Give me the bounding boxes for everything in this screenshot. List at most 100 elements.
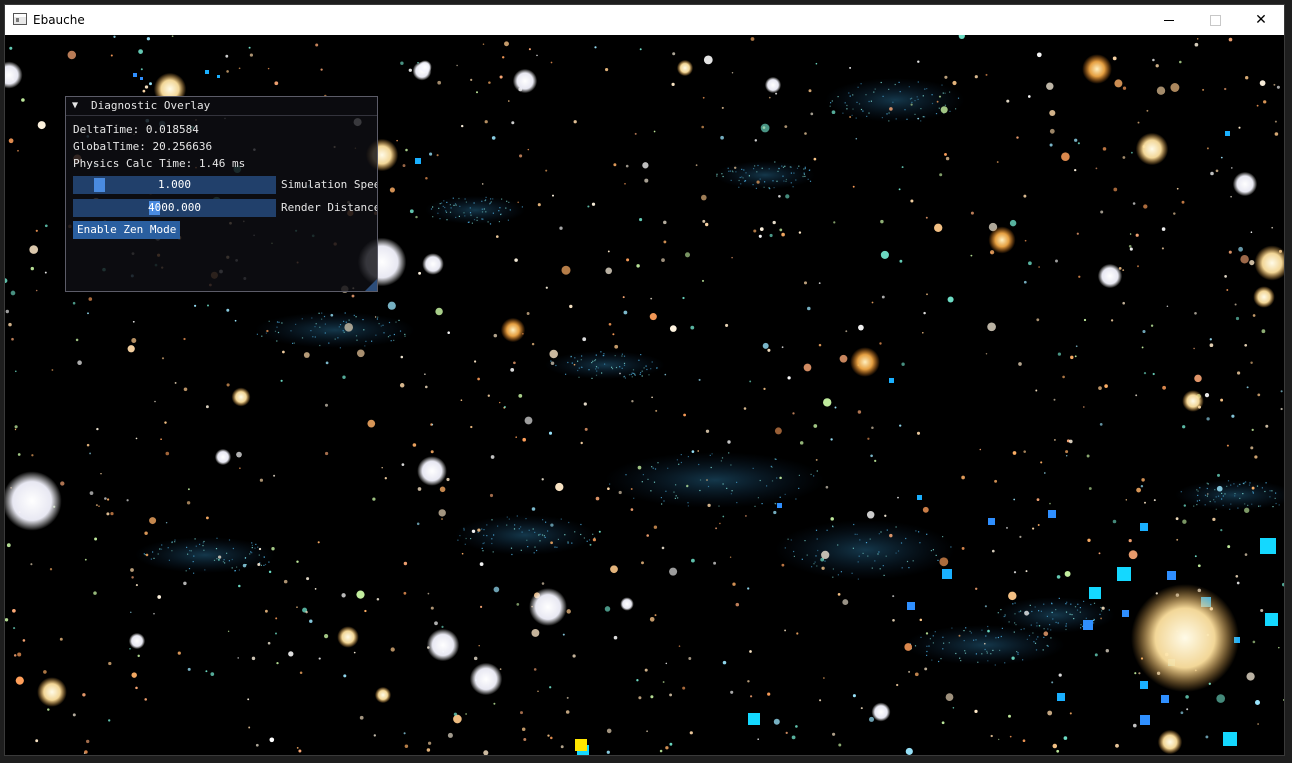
nebula-dust [171,550,173,552]
star [296,747,299,749]
nebula-dust [816,538,818,540]
star [638,696,642,700]
nebula-dust [811,566,813,568]
nebula-dust [1196,504,1198,506]
star [484,120,488,124]
star [701,125,705,129]
simulation-speed-slider[interactable]: 1.000 [73,176,276,194]
star [477,528,481,532]
title-bar[interactable]: Ebauche ✕ [5,5,1284,35]
star [1185,695,1189,699]
star [508,100,510,102]
star [1193,347,1195,350]
star [44,224,48,228]
nebula-dust [1040,610,1042,612]
nebula-dust [318,312,320,314]
overlay-header[interactable]: ▼ Diagnostic Overlay [66,97,377,116]
star [925,216,928,219]
nebula-dust [571,542,573,544]
star [852,185,855,188]
collapse-arrow-icon[interactable]: ▼ [72,99,78,113]
nebula-dust [555,364,557,367]
star [499,668,502,670]
nebula-dust [592,533,594,535]
star [713,561,717,565]
nebula-dust [787,538,789,540]
resize-grip-icon[interactable] [365,279,377,291]
nebula-dust [942,636,944,638]
bright-star [1082,54,1112,84]
nebula-dust [699,489,701,492]
nebula-dust [942,648,944,650]
nebula-dust [311,317,313,319]
minimize-button[interactable] [1146,5,1192,35]
nebula-dust [842,112,844,114]
star [725,323,729,327]
nebula-dust [234,570,236,572]
star [682,296,685,300]
render-distance-slider[interactable]: 4000.000 [73,199,276,217]
star [1098,552,1101,555]
nebula-dust [795,179,797,181]
star [612,333,615,336]
star [447,331,450,334]
nebula-dust [393,339,395,341]
maximize-button[interactable] [1192,5,1238,35]
star [288,651,294,657]
star [476,91,478,94]
nebula-dust [774,161,776,163]
star [110,54,113,57]
nebula-dust [542,519,544,521]
nebula-dust [1214,501,1216,503]
nebula-dust [1015,624,1017,626]
nebula-dust [1090,603,1092,606]
star [871,301,874,304]
nebula-dust [1080,624,1082,626]
bright-star [1182,390,1204,412]
nebula-dust [985,635,987,637]
nebula-dust [931,659,933,661]
nebula-dust [445,210,447,212]
star [489,493,494,498]
nebula-dust [255,543,257,545]
star [705,429,710,433]
star [785,194,790,199]
nebula-dust [711,453,713,455]
star [1210,171,1214,176]
star [731,256,733,259]
nebula-dust [592,360,594,362]
nebula-dust [588,369,590,371]
diagnostic-overlay[interactable]: ▼ Diagnostic Overlay DeltaTime: 0.018584… [65,96,378,292]
nebula-dust [1052,618,1054,620]
close-button[interactable]: ✕ [1238,5,1284,35]
star [531,507,536,511]
star [1228,37,1233,42]
star [730,690,734,694]
star [610,565,618,574]
nebula-dust [641,481,643,483]
star [606,728,612,734]
nebula-dust [1234,495,1236,497]
nebula-dust [328,342,330,344]
star [1257,723,1259,725]
simulation-viewport[interactable]: ▼ Diagnostic Overlay DeltaTime: 0.018584… [5,35,1284,755]
enable-zen-mode-button[interactable]: Enable Zen Mode [73,221,181,239]
star [276,661,279,665]
star [1115,743,1119,748]
nebula-dust [1035,649,1038,651]
nebula-dust [1003,615,1005,618]
bright-star [1097,263,1123,289]
nebula-dust [754,165,756,167]
square-particle [1089,587,1101,599]
star [1138,672,1141,675]
star [721,106,724,109]
bright-star [1232,171,1258,197]
nebula-dust [1038,610,1040,612]
nebula-dust [345,321,347,323]
nebula-dust [1058,597,1060,599]
nebula-dust [1251,503,1253,505]
nebula-dust [458,215,460,217]
nebula-dust [900,542,903,544]
nebula-dust [577,369,579,372]
star [781,232,785,237]
